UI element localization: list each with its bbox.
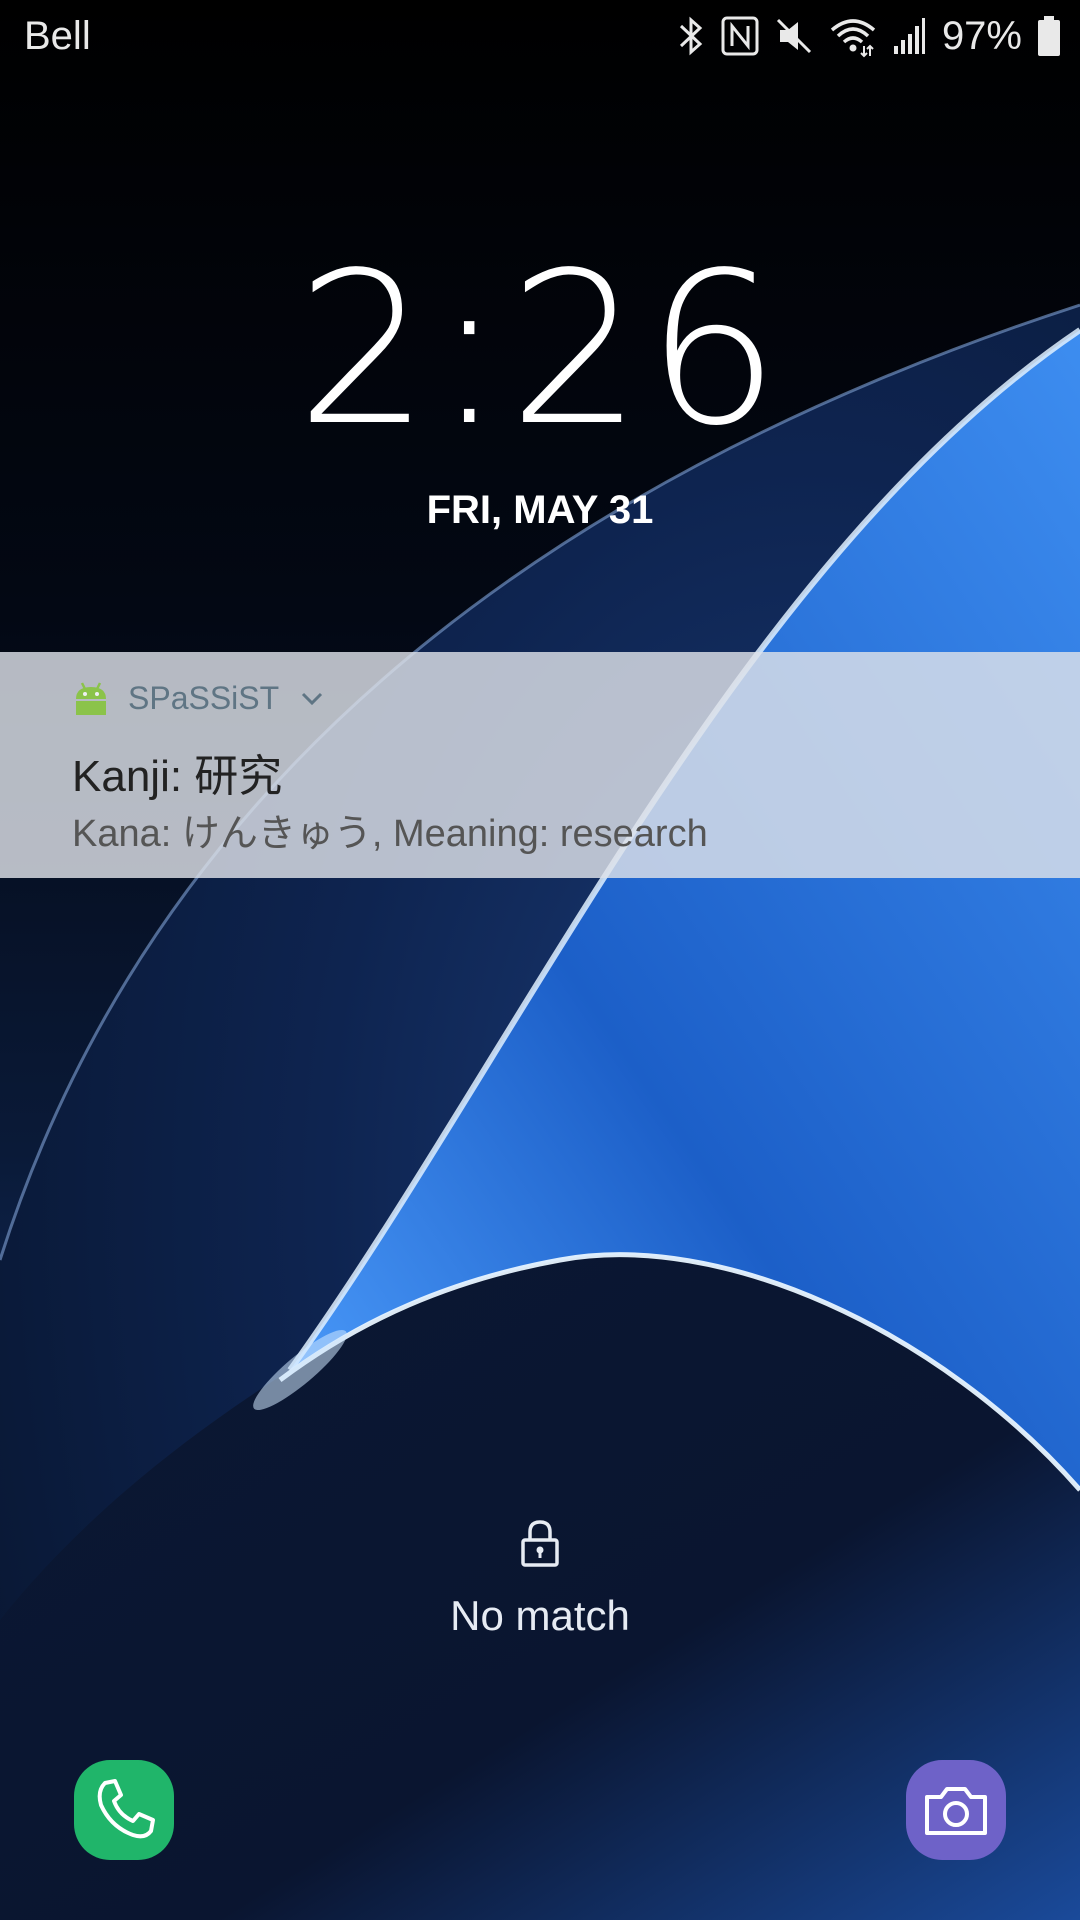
notification-card[interactable]: SPaSSiST Kanji: 研究 Kana: けんきゅう, Meaning:…	[0, 652, 1080, 878]
battery-percent: 97%	[941, 13, 1022, 58]
battery-icon	[1038, 16, 1060, 56]
phone-shortcut-button[interactable]	[74, 1760, 174, 1860]
camera-shortcut-button[interactable]	[906, 1760, 1006, 1860]
lockscreen-clock: 2:26	[296, 227, 784, 472]
notification-header: SPaSSiST	[72, 680, 327, 717]
signal-icon	[893, 18, 925, 54]
status-icons: 97%	[676, 10, 1062, 62]
lock-icon	[521, 1520, 559, 1567]
chevron-down-icon[interactable]	[297, 684, 327, 714]
wifi-icon	[830, 19, 876, 58]
bluetooth-icon	[679, 16, 703, 56]
unlock-status: No match	[450, 1592, 630, 1639]
lock-area	[0, 1518, 1080, 1572]
status-bar: Bell 97%	[0, 0, 1080, 72]
notification-title: Kanji: 研究	[72, 752, 283, 801]
notification-text: Kana: けんきゅう, Meaning: research	[72, 813, 708, 855]
mute-icon	[776, 18, 811, 54]
phone-icon	[97, 1779, 155, 1839]
camera-icon	[925, 1787, 987, 1835]
lockscreen-date: FRI, MAY 31	[426, 488, 654, 532]
nfc-icon	[721, 16, 759, 56]
notification-app-name: SPaSSiST	[128, 680, 280, 716]
android-icon	[76, 681, 106, 715]
carrier-name: Bell	[24, 14, 91, 58]
